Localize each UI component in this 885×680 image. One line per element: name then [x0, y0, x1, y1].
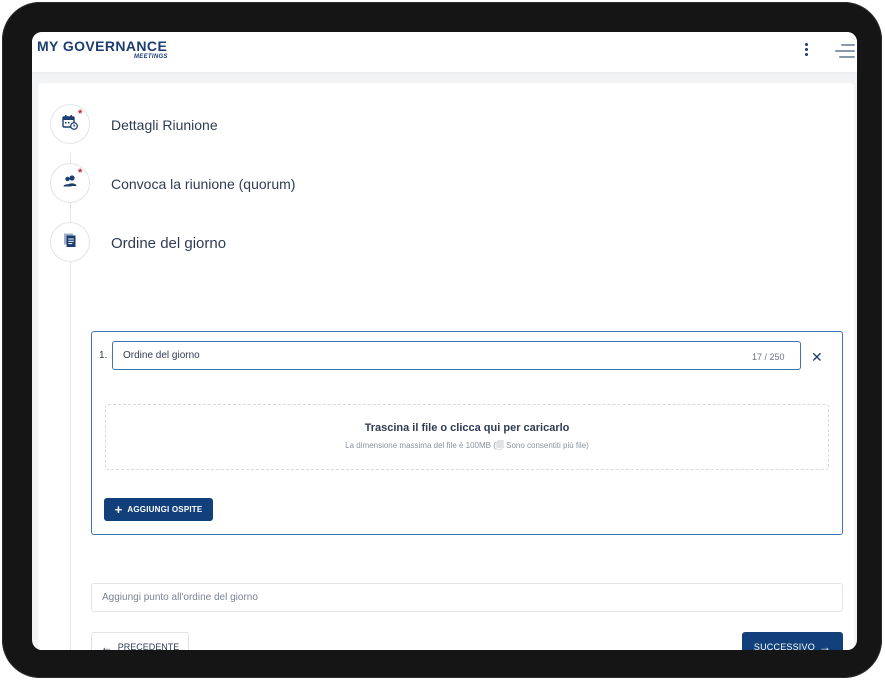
step-convoca-circle[interactable]: *	[50, 163, 90, 203]
wizard-card: * Dettagli Riunione * Convoca la riunion…	[38, 83, 854, 650]
arrow-left-icon: ←	[100, 640, 113, 650]
arrow-right-icon: →	[818, 640, 832, 650]
more-options-icon[interactable]	[802, 43, 810, 59]
next-label: SUCCESSIVO	[753, 642, 815, 650]
agenda-item-char-counter: 17 / 250	[752, 352, 785, 362]
required-marker: *	[78, 167, 83, 179]
app-screen: MY GOVERNANCE MEETINGS * Dettagli Riunio…	[32, 32, 857, 650]
previous-button[interactable]: ← PRECEDENTE	[91, 632, 189, 650]
users-icon	[62, 173, 78, 194]
calendar-clock-icon	[62, 114, 78, 135]
menu-icon[interactable]	[833, 42, 855, 60]
required-marker: *	[78, 108, 83, 120]
brand-subtitle: MEETINGS	[134, 54, 168, 60]
file-dropzone[interactable]: Trascina il file o clicca qui per carica…	[105, 404, 829, 470]
dropzone-subtitle: La dimensione massima del file è 100MB (…	[345, 441, 589, 450]
previous-label: PRECEDENTE	[117, 642, 180, 650]
top-bar: MY GOVERNANCE MEETINGS	[32, 32, 857, 72]
brand-logo[interactable]: MY GOVERNANCE MEETINGS	[37, 38, 168, 60]
agenda-item-title-input[interactable]	[112, 341, 801, 370]
plus-icon: +	[114, 501, 123, 517]
step-dettagli-label[interactable]: Dettagli Riunione	[111, 117, 218, 133]
tablet-frame: MY GOVERNANCE MEETINGS * Dettagli Riunio…	[2, 2, 882, 678]
add-guest-label: AGGIUNGI OSPITE	[127, 505, 203, 514]
step-convoca-label[interactable]: Convoca la riunione (quorum)	[111, 176, 295, 192]
step-ordine-label[interactable]: Ordine del giorno	[111, 235, 226, 252]
agenda-item-panel: 1. 17 / 250 ✕ Trascina il file o clicca …	[91, 331, 843, 535]
step-dettagli-circle[interactable]: *	[50, 104, 90, 144]
add-guest-button[interactable]: + AGGIUNGI OSPITE	[104, 498, 213, 521]
agenda-item-number: 1.	[99, 350, 108, 361]
brand-name: MY GOVERNANCE	[37, 38, 168, 54]
document-icon	[62, 232, 78, 253]
next-button[interactable]: SUCCESSIVO →	[742, 632, 843, 650]
dropzone-title: Trascina il file o clicca qui per carica…	[364, 422, 570, 434]
step-ordine-circle[interactable]	[50, 222, 90, 262]
close-icon[interactable]: ✕	[811, 350, 823, 364]
add-agenda-point-input[interactable]	[91, 583, 843, 612]
